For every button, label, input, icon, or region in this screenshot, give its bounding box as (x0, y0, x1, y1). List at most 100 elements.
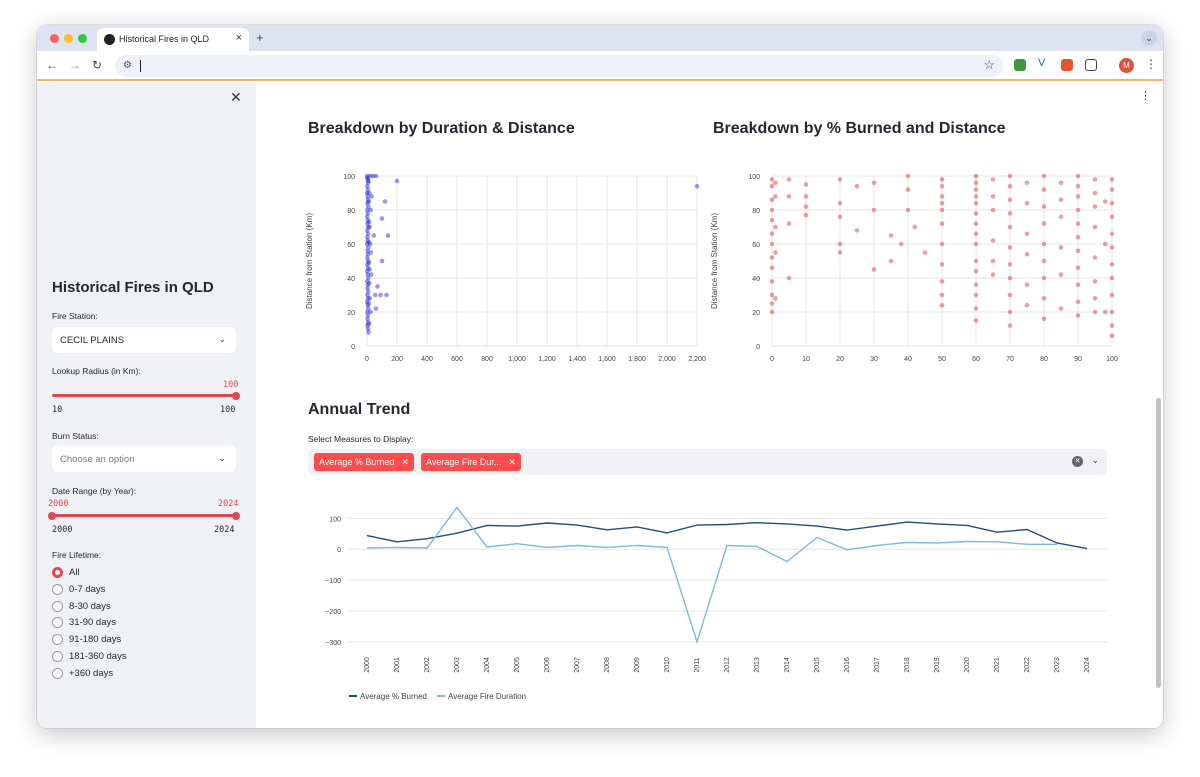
scatter-point (973, 200, 979, 206)
x-tick-label: 2010 (664, 657, 671, 673)
lifetime-option-0-7[interactable]: 0-7 days (52, 584, 105, 595)
scatter-point (871, 180, 877, 186)
measures-label: Select Measures to Display: (308, 434, 414, 444)
tab-close-icon[interactable]: × (236, 32, 242, 44)
extension-folder-icon[interactable] (1014, 59, 1026, 71)
browser-menu-icon[interactable]: ⋮ (1145, 57, 1157, 71)
y-tick-label: 80 (347, 208, 355, 215)
scatter-point (368, 272, 374, 277)
x-tick-label: 90 (1074, 356, 1082, 363)
scatter-point (769, 177, 775, 182)
scatter-point (379, 258, 385, 264)
x-tick-label: 600 (451, 356, 463, 363)
x-tick-label: 2015 (814, 657, 821, 673)
page-scrollbar[interactable] (1156, 398, 1161, 688)
scatter-point (786, 194, 792, 199)
scatter-point (1092, 279, 1098, 284)
x-tick-label: 2017 (874, 657, 881, 673)
date-range-slider-track[interactable] (52, 514, 236, 517)
scatter-point (837, 250, 843, 255)
x-tick-label: 2013 (754, 657, 761, 673)
scatter-point (366, 330, 371, 335)
x-tick-label: 2023 (1054, 657, 1061, 673)
scatter-point (1075, 265, 1081, 271)
site-info-icon[interactable]: ⚙ (123, 60, 132, 71)
extension-v-icon[interactable]: V (1038, 57, 1050, 69)
forward-icon[interactable]: → (69, 58, 81, 72)
lifetime-option-181-360[interactable]: 181-360 days (52, 651, 127, 662)
radio-icon (52, 584, 63, 595)
x-tick-label: 2009 (634, 657, 641, 673)
date-range-thumb-high[interactable] (232, 512, 240, 520)
date-range-thumb-low[interactable] (48, 512, 56, 520)
scatter-point (871, 207, 877, 213)
chevron-down-icon[interactable]: ⌄ (1091, 455, 1099, 466)
profile-avatar[interactable]: M (1119, 58, 1134, 73)
lifetime-option-91-180[interactable]: 91-180 days (52, 634, 121, 645)
x-tick-label: 1,200 (538, 356, 556, 363)
tab-historical-fires[interactable]: Historical Fires in QLD × (97, 28, 249, 51)
y-tick-label: 0 (351, 344, 355, 351)
scatter-point (786, 177, 792, 182)
minimize-window-icon[interactable] (64, 34, 73, 43)
scatter-point (1075, 173, 1081, 179)
x-tick-label: 60 (972, 356, 980, 363)
lifetime-option-all[interactable]: All (52, 567, 80, 578)
y-tick-label: −200 (325, 609, 341, 616)
lifetime-option-8-30[interactable]: 8-30 days (52, 601, 111, 612)
back-icon[interactable]: ← (46, 58, 58, 72)
x-tick-label: 2007 (574, 657, 581, 673)
scatter-point (912, 224, 918, 230)
legend-label: Average Fire Duration (448, 692, 526, 701)
scatter-point (368, 241, 373, 247)
x-tick-label: 2005 (514, 657, 521, 673)
burn-status-select[interactable]: Choose an option ⌄ (52, 446, 236, 472)
lifetime-option-31-90[interactable]: 31-90 days (52, 617, 116, 628)
tab-search-icon[interactable]: ⌄ (1141, 30, 1157, 46)
lifetime-option-360-plus[interactable]: +360 days (52, 668, 113, 679)
chip-average-burned[interactable]: Average % Burned ✕ (314, 453, 414, 471)
scatter-point (939, 241, 945, 247)
x-tick-label: 2012 (724, 657, 731, 673)
app-menu-icon[interactable]: ⋮ (1140, 89, 1151, 102)
scatter-point (1007, 292, 1013, 298)
browser-toolbar: ← → ↻ ⚙ ☆ V M ⋮ (37, 51, 1163, 81)
lifetime-option-label: 181-360 days (69, 651, 127, 662)
new-tab-button[interactable]: + (256, 30, 264, 45)
extension-app-icon[interactable] (1061, 59, 1073, 71)
scatter-point (939, 177, 945, 182)
scatter-point (369, 194, 374, 199)
radius-slider-thumb[interactable] (232, 392, 240, 400)
radius-min: 10 (52, 405, 63, 415)
y-tick-label: 20 (347, 310, 355, 317)
chip-remove-icon[interactable]: ✕ (508, 457, 516, 468)
chip-remove-icon[interactable]: ✕ (401, 457, 409, 468)
scatter-point (1041, 241, 1047, 247)
measures-multiselect[interactable]: Average % Burned ✕ Average Fire Dur... ✕ ✕… (308, 449, 1107, 475)
radius-slider-track[interactable] (52, 394, 236, 397)
bookmark-star-icon[interactable]: ☆ (983, 57, 995, 73)
clear-all-icon[interactable]: ✕ (1072, 456, 1083, 467)
x-tick-label: 2014 (784, 657, 791, 673)
scatter-point (1075, 299, 1081, 305)
scatter-point (1041, 204, 1047, 209)
y-tick-label: 0 (756, 344, 760, 351)
fire-station-select[interactable]: CECIL PLAINS ⌄ (52, 327, 236, 353)
sidebar-close-icon[interactable]: ✕ (230, 89, 242, 106)
address-bar[interactable]: ⚙ ☆ (115, 55, 1003, 77)
extensions-puzzle-icon[interactable] (1085, 59, 1097, 71)
scatter-point (1109, 333, 1115, 339)
close-window-icon[interactable] (50, 34, 59, 43)
scatter-point (1058, 197, 1064, 203)
scatter-point (694, 183, 700, 189)
reload-icon[interactable]: ↻ (92, 58, 102, 72)
date-range-min: 2000 (52, 525, 73, 535)
chip-average-duration[interactable]: Average Fire Dur... ✕ (421, 453, 521, 471)
browser-window: Historical Fires in QLD × + ⌄ ← → ↻ ⚙ ☆ … (37, 25, 1163, 728)
scatter-point (973, 282, 979, 288)
maximize-window-icon[interactable] (78, 34, 87, 43)
sidebar-title: Historical Fires in QLD (52, 279, 214, 296)
radius-max: 100 (220, 405, 236, 415)
scatter-point (1109, 177, 1115, 182)
burn-status-label: Burn Status: (52, 431, 99, 441)
